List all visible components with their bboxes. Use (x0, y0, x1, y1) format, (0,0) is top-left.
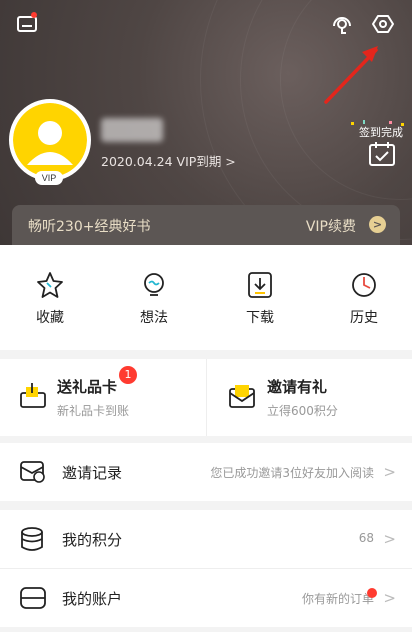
points-label: 我的积分 (62, 531, 123, 549)
account-label: 我的账户 (62, 590, 123, 608)
chevron-right-icon: > (383, 530, 396, 548)
points-value: 68 (358, 531, 374, 545)
send-gift-card-title: 送礼品卡 (57, 378, 118, 396)
vip-expiry-link[interactable]: 2020.04.24 VIP到期 > (101, 151, 236, 170)
bulb-icon (144, 273, 164, 296)
wallet-icon (20, 587, 46, 609)
chevron-right-icon: > (383, 589, 396, 607)
invite-reward-title: 邀请有礼 (267, 378, 328, 396)
checkin-label: 签到完成 (359, 126, 403, 139)
gift-card-icon (20, 383, 46, 408)
profile-header: VIP 2020.04.24 VIP到期 > 签到完成 畅听230+经典好书 V… (0, 0, 412, 245)
username-blurred (101, 118, 163, 142)
invite-reward-subtitle: 立得600积分 (267, 404, 338, 418)
quick-action-label: 下载 (246, 310, 274, 326)
clock-icon (352, 273, 376, 297)
new-order-dot (367, 588, 377, 598)
send-gift-card[interactable]: 送礼品卡 新礼品卡到账 1 (0, 359, 206, 436)
quick-action-label: 收藏 (36, 310, 64, 326)
vip-renew-arrow-icon[interactable]: > (369, 216, 386, 233)
invite-record-label: 邀请记录 (62, 464, 123, 482)
notification-dot (31, 12, 37, 18)
quick-actions: 收藏 想法 下载 历史 (0, 245, 412, 350)
account-notice: 你有新的订单 (301, 592, 374, 606)
star-icon (37, 272, 63, 298)
invite-record-value: 您已成功邀请3位好友加入阅读 (210, 466, 374, 480)
quick-action-favorites[interactable]: 收藏 (20, 271, 80, 327)
settings-icon[interactable] (371, 12, 397, 38)
coins-icon (21, 527, 43, 551)
customer-service-icon[interactable] (330, 12, 356, 38)
invite-reward[interactable]: 邀请有礼 立得600积分 (207, 359, 412, 436)
chevron-right-icon: > (383, 463, 396, 481)
avatar[interactable] (9, 99, 91, 181)
red-arrow-annotation (324, 46, 378, 104)
vip-banner[interactable]: 畅听230+经典好书 VIP续费 > (12, 205, 400, 245)
quick-action-label: 历史 (350, 310, 378, 326)
send-gift-card-subtitle: 新礼品卡到账 (57, 404, 130, 418)
points-row[interactable]: 我的积分 68 > (0, 510, 412, 568)
account-row[interactable]: 我的账户 你有新的订单 > (0, 569, 412, 627)
quick-action-downloads[interactable]: 下载 (230, 271, 290, 327)
quick-action-label: 想法 (140, 310, 168, 326)
default-avatar-icon (27, 121, 73, 165)
invite-envelope-icon (229, 385, 255, 408)
gift-section: 送礼品卡 新礼品卡到账 1 邀请有礼 立得600积分 (0, 359, 412, 436)
invite-record-row[interactable]: 邀请记录 您已成功邀请3位好友加入阅读 > (0, 443, 412, 501)
quick-action-history[interactable]: 历史 (334, 271, 394, 327)
download-icon (248, 272, 272, 298)
message-icon[interactable] (16, 13, 42, 39)
calendar-check-icon (369, 142, 395, 166)
gift-count-badge: 1 (119, 366, 137, 384)
vip-badge: VIP (35, 171, 63, 185)
quick-action-thoughts[interactable]: 想法 (124, 271, 184, 327)
mail-clock-icon (20, 461, 45, 483)
vip-banner-text: 畅听230+经典好书 (28, 219, 151, 235)
vip-renew-label: VIP续费 (305, 219, 356, 235)
